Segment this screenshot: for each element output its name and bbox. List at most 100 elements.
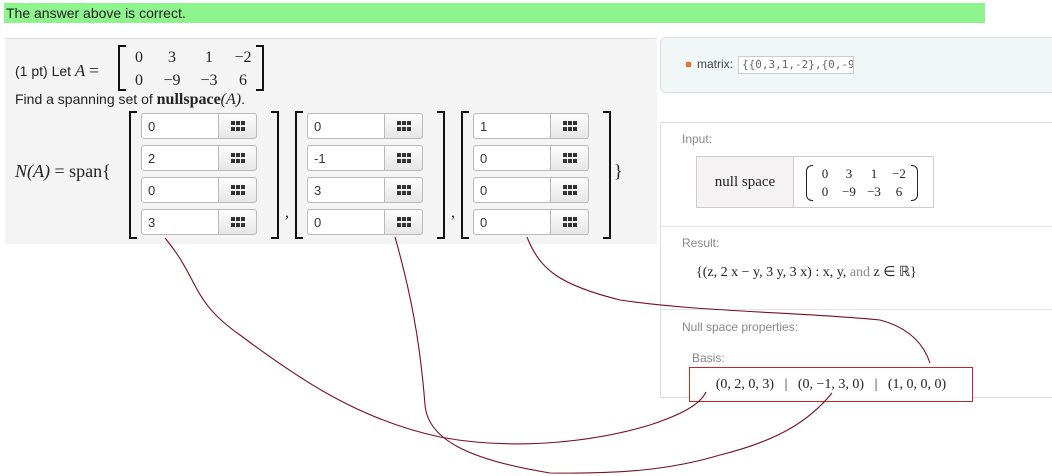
matrix-grid-icon (230, 121, 245, 131)
matrix-cell: 0 (821, 166, 829, 181)
result-and: and (846, 265, 874, 280)
input-pod-title: Input: (682, 132, 713, 146)
answer-field[interactable] (141, 177, 219, 203)
matrix-var: A (74, 61, 86, 80)
matrix-grid-icon (230, 185, 245, 195)
input-operation: null space (697, 157, 794, 207)
matrix-grid-icon (396, 185, 411, 195)
matrix-grid-button[interactable] (385, 145, 423, 171)
bullet-icon (686, 62, 691, 67)
matrix-grid-button[interactable] (219, 177, 257, 203)
span-lhs: N(A) (15, 161, 50, 181)
answer-field[interactable] (141, 145, 219, 171)
answer-entry (473, 209, 591, 235)
answer-field[interactable] (473, 113, 551, 139)
basis-title: Basis: (692, 351, 725, 365)
answer-field[interactable] (141, 113, 219, 139)
matrix-grid-icon (396, 153, 411, 163)
vector-comma: , (451, 204, 455, 221)
basis-vectors: (0, 2, 0, 3) | (0, −1, 3, 0) | (1, 0, 0,… (689, 367, 973, 402)
matrix-grid-button[interactable] (551, 145, 589, 171)
nullspace-arg: (A) (220, 91, 242, 108)
answer-field[interactable] (307, 209, 385, 235)
answer-entry (141, 209, 259, 235)
properties-pod-title: Null space properties: (682, 320, 799, 334)
input-matrix-cell: 0 3 1 −2 0 −9 −3 6 (794, 157, 933, 207)
period: . (241, 91, 245, 107)
answer-entry (141, 113, 259, 139)
right-paren (911, 165, 918, 201)
matrix-cell: 0 (821, 184, 829, 199)
input-pod-table: null space 0 3 1 −2 0 −9 −3 6 (696, 156, 934, 208)
matrix-grid-button[interactable] (385, 177, 423, 203)
answer-field[interactable] (473, 177, 551, 203)
matrix-grid-button[interactable] (219, 113, 257, 139)
answer-field[interactable] (307, 145, 385, 171)
matrix-grid-icon (562, 217, 577, 227)
pod-separator (661, 309, 1052, 310)
problem-panel: (1 pt) Let A = 0 3 1 −2 0 −9 −3 6 Find a… (5, 38, 657, 244)
find-text: Find a spanning set of (15, 91, 153, 107)
matrix-A: 0 3 1 −2 0 −9 −3 6 (118, 45, 264, 91)
matrix-grid-button[interactable] (551, 177, 589, 203)
wolfram-input-card: matrix: {{0,3,1,-2},{0,-9 (660, 37, 1052, 93)
matrix-cell: 3 (168, 49, 176, 66)
matrix-cell: 6 (895, 184, 903, 199)
matrix-cell: 0 (135, 49, 143, 66)
answer-entry (307, 209, 425, 235)
matrix-grid-button[interactable] (385, 113, 423, 139)
input-code-field[interactable]: {{0,3,1,-2},{0,-9 (738, 56, 854, 74)
nullspace-word: nullspace (156, 91, 221, 108)
matrix-grid-icon (562, 153, 577, 163)
pod-separator (661, 226, 1052, 227)
equals-sign: = (89, 61, 99, 80)
matrix-cell: −9 (163, 72, 181, 89)
answer-field[interactable] (473, 145, 551, 171)
matrix-cell: 0 (135, 72, 143, 89)
answer-vector-3 (461, 111, 611, 239)
matrix-cell: −2 (892, 166, 906, 181)
close-brace: } (614, 161, 623, 181)
matrix-cell: −9 (842, 184, 856, 199)
left-bracket (129, 111, 137, 239)
matrix-grid-icon (396, 217, 411, 227)
answer-field[interactable] (307, 113, 385, 139)
answer-field[interactable] (307, 177, 385, 203)
matrix-cell: 3 (845, 166, 853, 181)
find-instruction: Find a spanning set of nullspace(A). (15, 91, 245, 109)
matrix-cell: 6 (239, 72, 247, 89)
matrix-grid-button[interactable] (385, 209, 423, 235)
answer-entry (141, 145, 259, 171)
matrix-grid-icon (562, 121, 577, 131)
matrix-grid-button[interactable] (551, 113, 589, 139)
answer-vector-1 (129, 111, 279, 239)
correct-answer-banner: The answer above is correct. (4, 3, 985, 23)
answer-entry (473, 145, 591, 171)
answer-entry (307, 145, 425, 171)
right-bracket (437, 111, 445, 239)
matrix-grid-button[interactable] (219, 145, 257, 171)
answer-entry (307, 177, 425, 203)
left-bracket (461, 111, 469, 239)
input-interpretation-label: matrix: (697, 57, 733, 71)
matrix-grid-button[interactable] (219, 209, 257, 235)
result-pod-title: Result: (682, 236, 720, 250)
right-bracket (603, 111, 611, 239)
input-matrix: 0 3 1 −2 0 −9 −3 6 (806, 165, 918, 201)
matrix-cell: 1 (205, 49, 213, 66)
answer-entry (307, 113, 425, 139)
answer-entry (473, 113, 591, 139)
matrix-cell: −3 (867, 184, 881, 199)
matrix-grid-icon (562, 185, 577, 195)
matrix-grid-icon (230, 217, 245, 227)
answer-entry (473, 177, 591, 203)
matrix-cell: −2 (234, 49, 252, 66)
answer-field[interactable] (141, 209, 219, 235)
matrix-cell: 1 (870, 166, 878, 181)
matrix-grid-icon (230, 153, 245, 163)
matrix-grid-button[interactable] (551, 209, 589, 235)
result-main: {(z, 2 x − y, 3 y, 3 x) : x, y, (696, 265, 847, 280)
answer-field[interactable] (473, 209, 551, 235)
result-tail: z ∈ ℝ} (873, 265, 917, 280)
left-bracket (295, 111, 303, 239)
